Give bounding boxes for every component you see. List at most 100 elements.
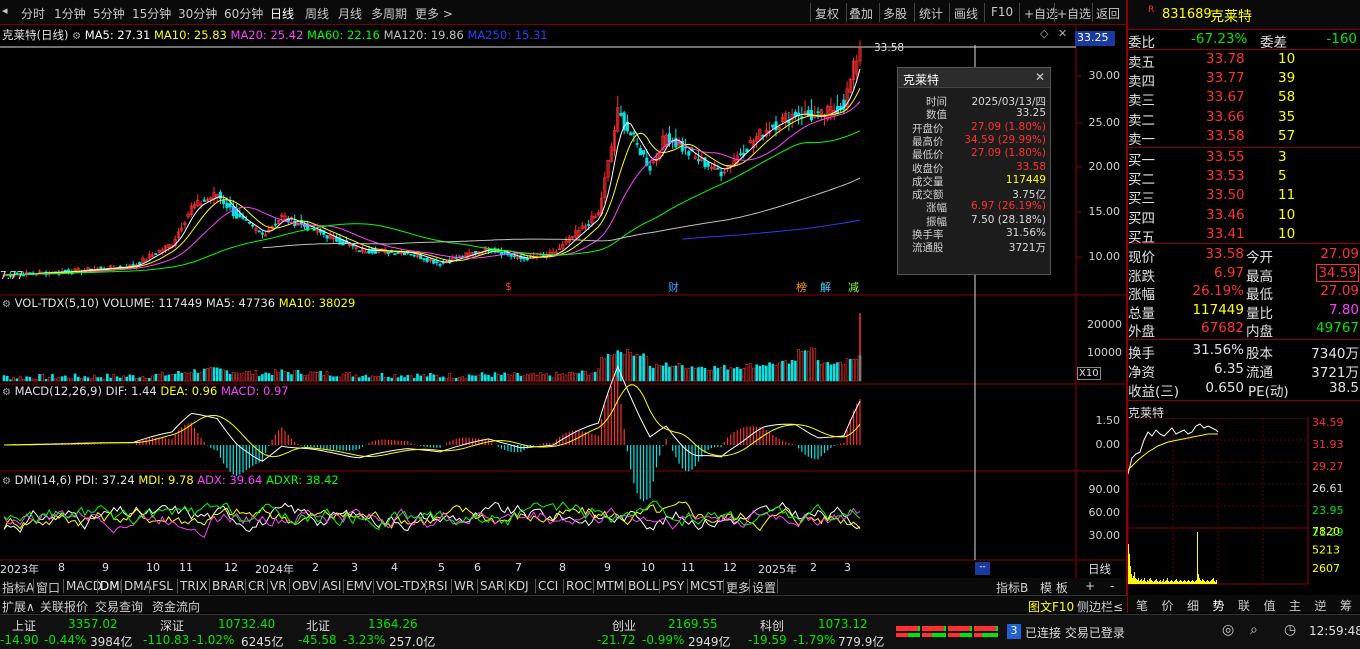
settings-icon[interactable]: ⚙: [2, 476, 11, 487]
bid-row[interactable]: 买二 33.53 5: [1128, 167, 1360, 188]
indicator-tab[interactable]: EMV: [346, 579, 372, 593]
back-button[interactable]: 返回: [1096, 5, 1120, 22]
event-marker[interactable]: $: [505, 280, 512, 293]
headset-icon[interactable]: ◎: [1222, 622, 1234, 638]
indicator-tab[interactable]: 更多: [726, 579, 750, 596]
indicator-tab[interactable]: VOL-TDX: [376, 579, 428, 593]
ask-row[interactable]: 卖一 33.58 57: [1128, 127, 1360, 148]
right-tab[interactable]: 笔: [1136, 597, 1148, 614]
mark-button[interactable]: +自选: [1024, 5, 1058, 22]
indicator-tab[interactable]: MCST: [690, 579, 724, 593]
ask-row[interactable]: 卖四 33.77 39: [1128, 69, 1360, 90]
sidebar-toggle-button[interactable]: 侧边栏≤: [1077, 598, 1123, 615]
fund-flow-button[interactable]: 资金流向: [152, 598, 200, 615]
indicator-tab[interactable]: CR: [248, 579, 265, 593]
volume-bar: [567, 372, 571, 382]
period-tab-multi[interactable]: 多周期: [371, 5, 407, 22]
right-tab[interactable]: 细: [1187, 597, 1199, 614]
mini-price-tick: 31.93: [1312, 438, 1344, 451]
indicator-tab[interactable]: RSI: [428, 579, 448, 593]
overlay-button[interactable]: 叠加: [849, 5, 873, 22]
indicator-tab[interactable]: BRAR: [212, 579, 245, 593]
indicator-tab[interactable]: WR: [454, 579, 474, 593]
multi-stock-button[interactable]: 多股: [883, 5, 907, 22]
trade-query-button[interactable]: 交易查询: [95, 598, 143, 615]
right-tab[interactable]: 筹: [1340, 597, 1352, 614]
right-tab[interactable]: 联: [1238, 597, 1250, 614]
volume-bar: [590, 372, 594, 382]
period-tab-weekly[interactable]: 周线: [305, 5, 329, 22]
volume-bar: [422, 373, 426, 382]
search-icon[interactable]: ⌕: [1250, 622, 1258, 638]
indicator-tab-right[interactable]: 模 板: [1040, 579, 1068, 596]
bid-row[interactable]: 买一 33.55 3: [1128, 148, 1360, 169]
right-tab[interactable]: 值: [1264, 597, 1276, 614]
ask-row[interactable]: 卖五 33.78 10: [1128, 50, 1360, 71]
indicator-tab[interactable]: KDJ: [508, 579, 529, 593]
indicator-tab[interactable]: 窗口: [36, 579, 60, 596]
restore-rights-button[interactable]: 复权: [815, 5, 839, 22]
event-marker[interactable]: 榜: [796, 279, 807, 295]
connection-status[interactable]: 已连接 交易已登录: [1025, 624, 1125, 641]
period-tab-15min[interactable]: 15分钟: [132, 5, 171, 22]
indicator-tab[interactable]: TRIX: [180, 579, 207, 593]
ask-row[interactable]: 卖二 33.66 35: [1128, 108, 1360, 129]
f10-graphic-button[interactable]: 图文F10: [1028, 598, 1074, 615]
mini-vol-bar: [1189, 581, 1190, 584]
event-marker[interactable]: 解: [820, 279, 831, 295]
right-tab[interactable]: 逆: [1315, 597, 1327, 614]
period-tab-fenshi[interactable]: 分时: [21, 5, 45, 22]
volume-bar: [810, 347, 813, 382]
expand-button[interactable]: 扩展∧: [2, 598, 35, 615]
add-watchlist-button[interactable]: +自选: [1057, 5, 1091, 22]
indicator-tab-right[interactable]: +: [1085, 579, 1095, 593]
indicator-tab[interactable]: 指标A: [2, 579, 34, 596]
indicator-tab[interactable]: ASI: [322, 579, 341, 593]
stat-label: PE(动): [1248, 384, 1289, 401]
settings-icon[interactable]: ⚙: [2, 387, 11, 398]
period-tab-more[interactable]: 更多 >: [415, 5, 453, 22]
x-tick: 8: [58, 561, 65, 574]
draw-line-button[interactable]: 画线: [954, 5, 978, 22]
indicator-tab[interactable]: ROC: [566, 579, 592, 593]
indicator-tab[interactable]: 设置: [752, 579, 776, 596]
period-tab-30min[interactable]: 30分钟: [178, 5, 217, 22]
indicator-tab[interactable]: DMA: [124, 579, 152, 593]
indicator-tab[interactable]: PSY: [662, 579, 684, 593]
right-tab[interactable]: 主: [1289, 597, 1301, 614]
indicator-tab[interactable]: CCI: [538, 579, 558, 593]
event-marker[interactable]: 减: [848, 279, 859, 295]
close-icon[interactable]: ✕: [1035, 70, 1045, 84]
indicator-tab[interactable]: FSL: [152, 579, 173, 593]
indicator-tab[interactable]: BOLL: [628, 579, 659, 593]
indicator-tab[interactable]: VR: [270, 579, 287, 593]
bid-row[interactable]: 买三 33.50 11: [1128, 186, 1360, 207]
settings-icon[interactable]: ⚙: [72, 31, 81, 42]
indicator-tab-right[interactable]: 指标B: [996, 579, 1028, 596]
f10-button[interactable]: F10: [991, 5, 1013, 19]
period-tab-5min[interactable]: 5分钟: [93, 5, 125, 22]
close-icon[interactable]: ✕: [1058, 27, 1067, 40]
candle-body: [684, 146, 688, 149]
period-tab-1min[interactable]: 1分钟: [54, 5, 86, 22]
bid-row[interactable]: 买四 33.46 10: [1128, 206, 1360, 227]
bid-row[interactable]: 买五 33.41 10: [1128, 225, 1360, 246]
indicator-tab[interactable]: DMI: [100, 579, 123, 593]
period-tab-60min[interactable]: 60分钟: [224, 5, 263, 22]
collapse-icon[interactable]: ◂: [2, 4, 8, 17]
indicator-tab-right[interactable]: -: [1110, 579, 1114, 593]
indicator-tab[interactable]: MTM: [596, 579, 624, 593]
indicator-tab[interactable]: OBV: [292, 579, 318, 593]
diamond-icon[interactable]: ◇: [1040, 27, 1048, 40]
period-tab-monthly[interactable]: 月线: [338, 5, 362, 22]
settings-icon[interactable]: ⚙: [2, 299, 11, 310]
statistics-button[interactable]: 统计: [919, 5, 943, 22]
indicator-tab[interactable]: SAR: [480, 579, 504, 593]
vol-ma10: MA10: 38029: [278, 296, 356, 310]
ask-row[interactable]: 卖三 33.67 58: [1128, 88, 1360, 109]
period-tab-daily[interactable]: 日线: [270, 5, 294, 22]
related-quotes-button[interactable]: 关联报价: [40, 598, 88, 615]
right-tab[interactable]: 势: [1213, 597, 1225, 614]
right-tab[interactable]: 价: [1162, 597, 1174, 614]
event-marker[interactable]: 财: [668, 279, 679, 295]
